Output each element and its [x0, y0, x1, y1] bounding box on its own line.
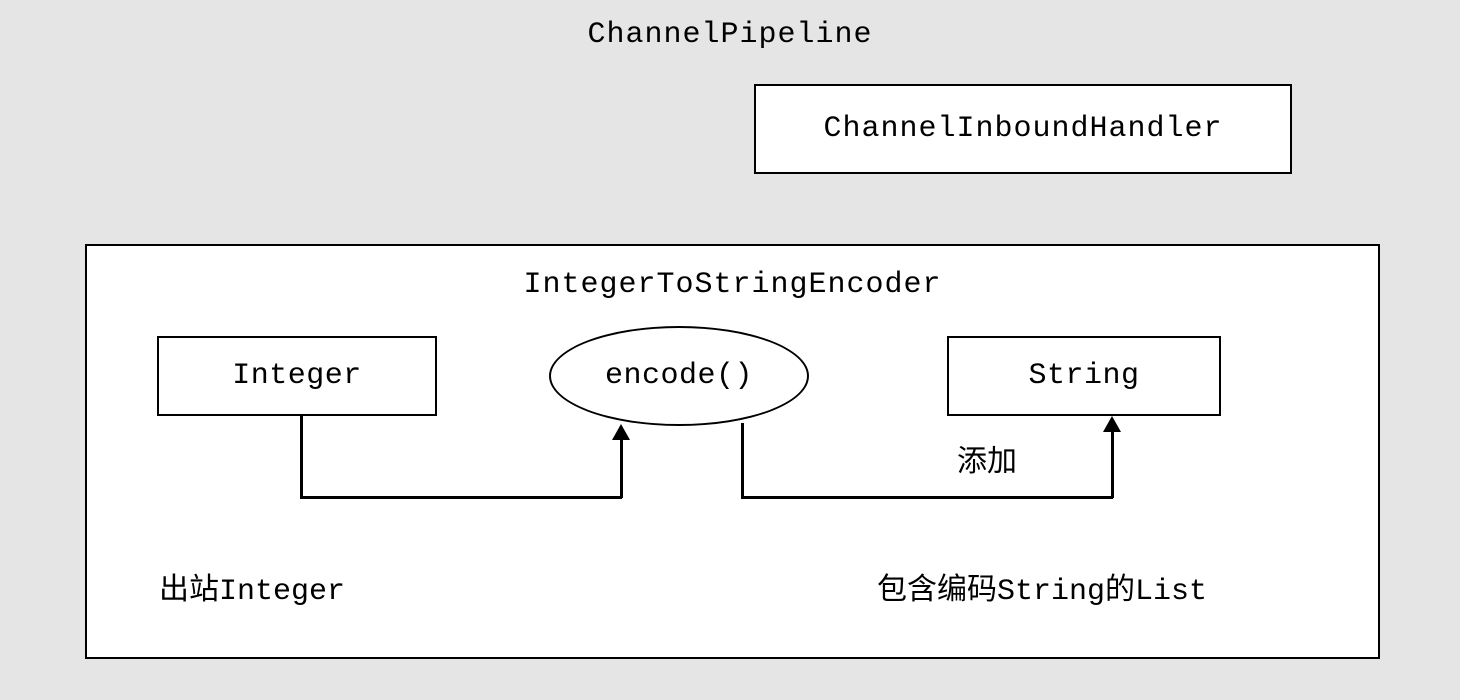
inbound-handler-box: ChannelInboundHandler: [754, 84, 1292, 174]
integer-box: Integer: [157, 336, 437, 416]
arrow-encode-to-string: [741, 423, 744, 498]
pipeline-title: ChannelPipeline: [587, 18, 872, 52]
list-prefix: 包含编码: [877, 573, 997, 606]
list-suffix-2: List: [1135, 575, 1207, 609]
outbound-integer-label: 出站Integer: [159, 564, 345, 609]
arrow-head-icon: [1103, 416, 1121, 432]
encoded-list-label: 包含编码String的List: [877, 564, 1207, 609]
list-suffix-1: 的: [1105, 573, 1135, 606]
arrow-integer-to-encode: [300, 496, 622, 499]
list-type: String: [997, 575, 1105, 609]
encode-label: encode(): [605, 359, 753, 393]
outbound-prefix: 出站: [159, 573, 219, 606]
string-box: String: [947, 336, 1221, 416]
arrow-integer-to-encode: [620, 438, 623, 498]
outbound-type: Integer: [219, 575, 345, 609]
encoder-box: IntegerToStringEncoder Integer encode() …: [85, 244, 1380, 659]
string-label: String: [1028, 359, 1139, 393]
encode-ellipse: encode(): [549, 326, 809, 426]
encoder-title: IntegerToStringEncoder: [523, 268, 941, 302]
arrow-head-icon: [612, 424, 630, 440]
arrow-encode-to-string: [741, 496, 1113, 499]
arrow-integer-to-encode: [300, 416, 303, 498]
integer-label: Integer: [232, 359, 362, 393]
inbound-handler-label: ChannelInboundHandler: [823, 112, 1222, 146]
arrow-encode-to-string: [1111, 430, 1114, 498]
add-label: 添加: [957, 436, 1017, 480]
